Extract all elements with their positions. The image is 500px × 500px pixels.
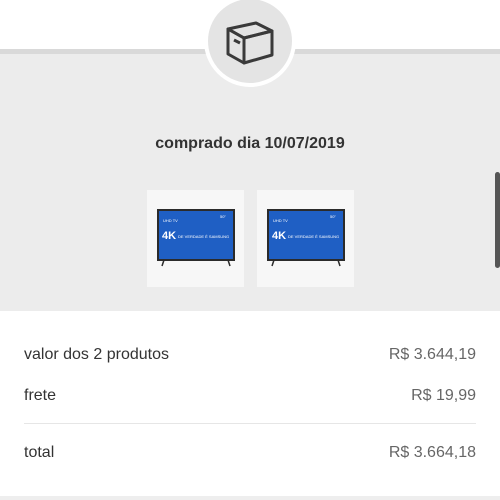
products-label: valor dos 2 produtos: [24, 346, 169, 363]
total-value: R$ 3.664,18: [388, 444, 476, 461]
tv-banner-sub: DE VERDADE É SAMSUNG: [178, 234, 229, 239]
shipping-label: frete: [24, 387, 57, 404]
tv-banner-text: 4K: [162, 230, 176, 242]
svg-text:UHD TV: UHD TV: [273, 218, 288, 223]
tv-image: UHD TV 50" 4K DE VERDADE É SAMSUNG: [156, 208, 235, 266]
products-row: valor dos 2 produtos R$ 3.644,19: [24, 343, 476, 367]
tv-banner-sub: DE VERDADE É SAMSUNG: [288, 234, 339, 239]
tv-size-label: 50": [220, 214, 226, 219]
scrollbar[interactable]: [495, 172, 500, 268]
order-panel: comprado dia 10/07/2019 UHD TV 50" 4K DE…: [0, 54, 500, 311]
product-thumbnail[interactable]: UHD TV 50" 4K DE VERDADE É SAMSUNG: [257, 190, 354, 287]
svg-text:UHD TV: UHD TV: [163, 218, 178, 223]
product-thumbnail[interactable]: UHD TV 50" 4K DE VERDADE É SAMSUNG: [147, 190, 244, 287]
summary-divider: [24, 423, 476, 424]
total-label: total: [24, 444, 55, 461]
package-icon: [226, 21, 274, 65]
total-row: total R$ 3.664,18: [24, 441, 476, 465]
tv-image: UHD TV 50" 4K DE VERDADE É SAMSUNG: [266, 208, 345, 266]
bottom-divider: [0, 496, 500, 500]
shipping-value: R$ 19,99: [411, 387, 476, 404]
order-summary: valor dos 2 produtos R$ 3.644,19 frete R…: [0, 311, 500, 500]
tv-banner-text: 4K: [272, 230, 286, 242]
purchase-date: comprado dia 10/07/2019: [155, 135, 345, 152]
tv-size-label: 50": [330, 214, 336, 219]
shipping-row: frete R$ 19,99: [24, 384, 476, 408]
products-value: R$ 3.644,19: [388, 346, 476, 363]
